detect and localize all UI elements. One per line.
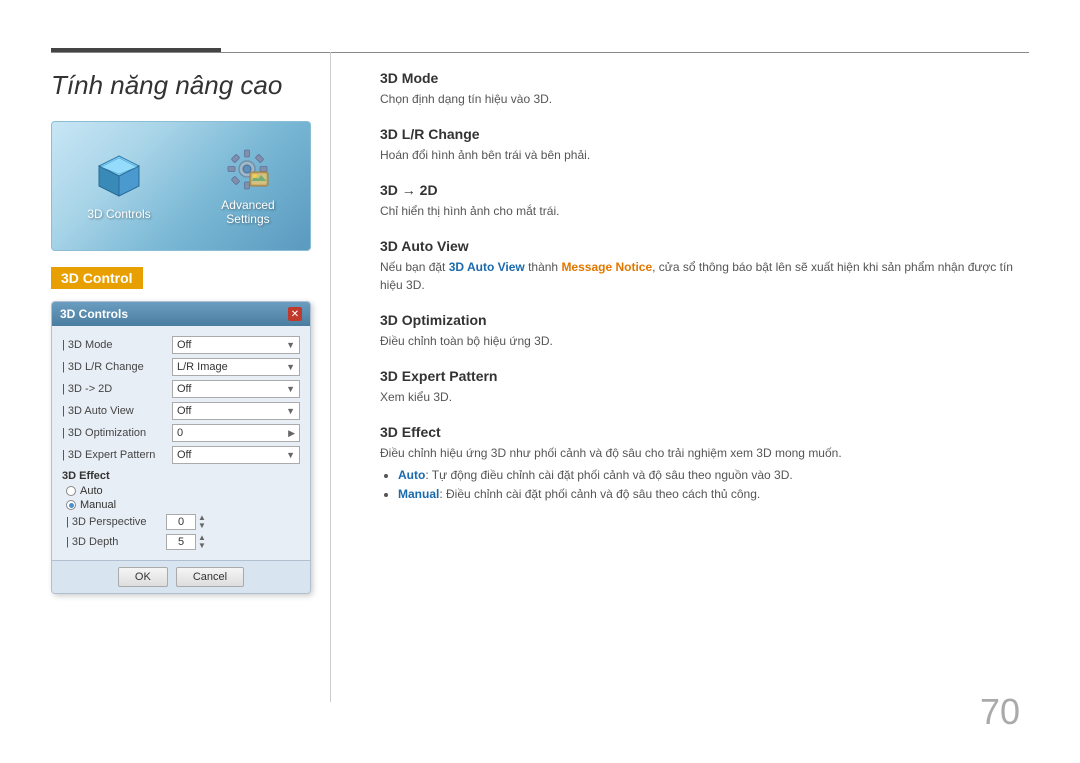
dialog-titlebar: 3D Controls ✕ [52,302,310,326]
top-rule [51,52,1029,53]
feature-title-3d-expert-pattern: 3D Expert Pattern [380,368,1029,384]
left-column: Tính năng nâng cao 3D Controls [51,70,351,594]
dialog-close-button[interactable]: ✕ [288,307,302,321]
radio-manual[interactable] [66,500,76,510]
dialog-section-3d-effect: 3D Effect [62,470,300,482]
dialog-row-3d-optimization: | 3D Optimization 0 ▶ [62,422,300,444]
feature-3d-mode: 3D Mode Chọn định dạng tín hiệu vào 3D. [380,70,1029,108]
dialog-row-3d-auto-view: | 3D Auto View Off ▼ [62,400,300,422]
icon-item-advanced-settings: Advanced Settings [221,147,274,226]
dialog-row-3d-depth: | 3D Depth 5 ▲ ▼ [62,532,300,552]
feature-title-3d-mode: 3D Mode [380,70,1029,86]
feature-desc-3d-auto-view: Nếu bạn đặt 3D Auto View thành Message N… [380,258,1029,294]
feature-desc-3d-effect: Điều chỉnh hiệu ứng 3D như phối cảnh và … [380,444,1029,462]
perspective-arrows[interactable]: ▲ ▼ [198,514,206,530]
page-number: 70 [980,691,1020,733]
dialog-row-3d-perspective: | 3D Perspective 0 ▲ ▼ [62,512,300,532]
dialog-row-3d-lr-change: | 3D L/R Change L/R Image ▼ [62,356,300,378]
feature-title-3d-effect: 3D Effect [380,424,1029,440]
feature-title-3d-auto-view: 3D Auto View [380,238,1029,254]
icon-label-3d-controls: 3D Controls [87,207,150,221]
gear-icon [225,147,270,192]
icon-label-advanced-settings: Advanced Settings [221,198,274,226]
feature-desc-3d-optimization: Điều chỉnh toàn bộ hiệu ứng 3D. [380,332,1029,350]
vertical-divider [330,52,331,702]
feature-3d-expert-pattern: 3D Expert Pattern Xem kiểu 3D. [380,368,1029,406]
feature-3d-lr-change: 3D L/R Change Hoán đổi hình ảnh bên trái… [380,126,1029,164]
bullet-manual: Manual: Điều chỉnh cài đặt phối cảnh và … [398,485,1029,504]
feature-title-3d-to-2d: 3D → 2D [380,182,1029,198]
dialog-body: | 3D Mode Off ▼ | 3D L/R Change L/R Imag… [52,326,310,560]
feature-3d-effect: 3D Effect Điều chỉnh hiệu ứng 3D như phố… [380,424,1029,504]
radio-auto[interactable] [66,486,76,496]
highlight-message-notice: Message Notice [561,260,652,274]
page-title: Tính năng nâng cao [51,70,351,101]
dialog-radio-manual: Manual [62,498,300,512]
bullet-auto: Auto: Tự động điều chỉnh cài đặt phối cả… [398,466,1029,485]
cancel-button[interactable]: Cancel [176,567,244,587]
ok-button[interactable]: OK [118,567,168,587]
dialog-row-3d-2d: | 3D -> 2D Off ▼ [62,378,300,400]
feature-desc-3d-lr-change: Hoán đổi hình ảnh bên trái và bên phải. [380,146,1029,164]
dialog-title: 3D Controls [60,307,128,321]
dialog-footer: OK Cancel [52,560,310,593]
feature-3d-auto-view: 3D Auto View Nếu bạn đặt 3D Auto View th… [380,238,1029,294]
feature-desc-3d-mode: Chọn định dạng tín hiệu vào 3D. [380,90,1029,108]
icon-item-3d-controls: 3D Controls [87,151,150,221]
feature-title-3d-optimization: 3D Optimization [380,312,1029,328]
feature-desc-3d-to-2d: Chỉ hiển thị hình ảnh cho mắt trái. [380,202,1029,220]
feature-desc-3d-expert-pattern: Xem kiểu 3D. [380,388,1029,406]
feature-3d-optimization: 3D Optimization Điều chỉnh toàn bộ hiệu … [380,312,1029,350]
icon-panel: 3D Controls [51,121,311,251]
section-header-3d-control: 3D Control [51,267,143,289]
right-column: 3D Mode Chọn định dạng tín hiệu vào 3D. … [380,70,1029,522]
depth-arrows[interactable]: ▲ ▼ [198,534,206,550]
dialog-row-3d-mode: | 3D Mode Off ▼ [62,334,300,356]
highlight-auto-view: 3D Auto View [449,260,525,274]
dialog-row-3d-expert-pattern: | 3D Expert Pattern Off ▼ [62,444,300,466]
dialog-radio-auto: Auto [62,484,300,498]
dialog-3d-controls: 3D Controls ✕ | 3D Mode Off ▼ | 3D L/R C… [51,301,311,594]
feature-title-3d-lr-change: 3D L/R Change [380,126,1029,142]
feature-bullets-3d-effect: Auto: Tự động điều chỉnh cài đặt phối cả… [380,466,1029,504]
feature-3d-to-2d: 3D → 2D Chỉ hiển thị hình ảnh cho mắt tr… [380,182,1029,220]
cube-icon [94,151,144,201]
